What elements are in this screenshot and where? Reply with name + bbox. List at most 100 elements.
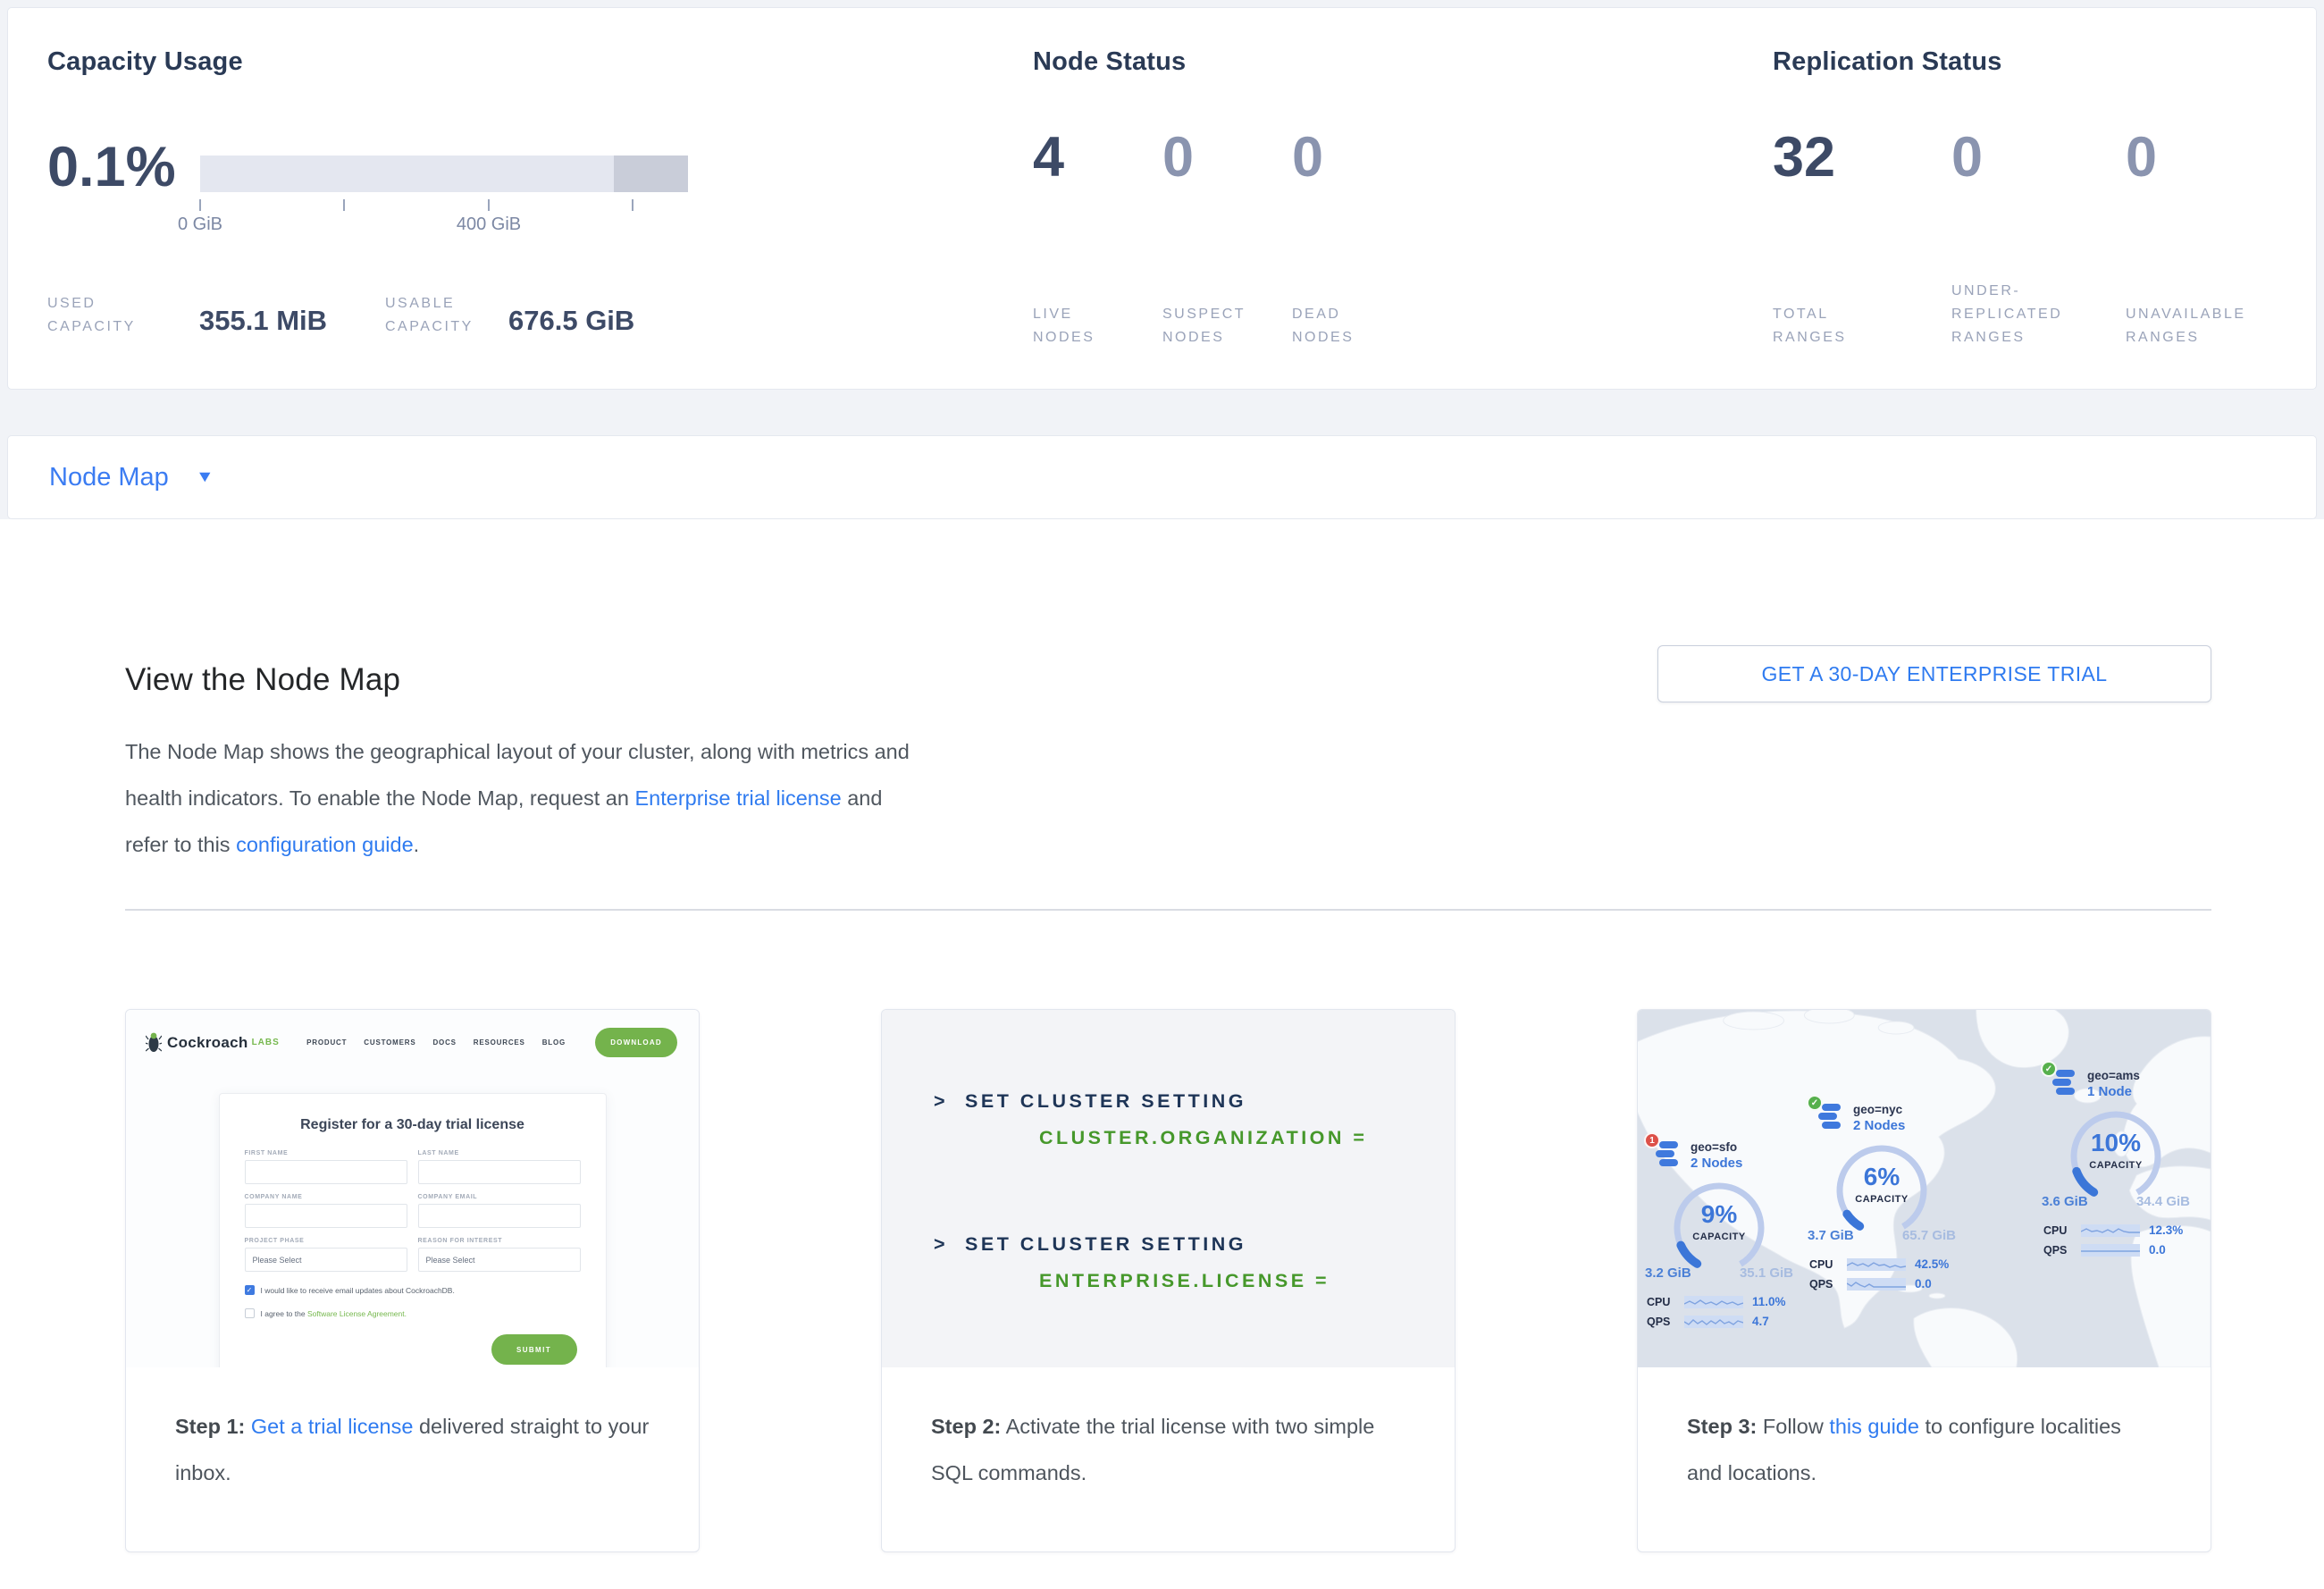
site-header: Cockroach LABS PRODUCT CUSTOMERS DOCS RE… — [126, 1010, 699, 1057]
node-map-preview: 1 geo=sfo 2 Nodes — [1638, 1010, 2211, 1367]
last-name-input — [418, 1160, 581, 1184]
form-field: FIRST NAME — [245, 1140, 407, 1184]
cpu-metric: CPU 42.5% — [1809, 1257, 1968, 1271]
usable-capacity-label: USABLE CAPACITY — [385, 292, 474, 339]
used-capacity-value: 355.1 MiB — [199, 305, 327, 337]
locality-widget-ams: ✓ geo=ams 1 Node — [2049, 1069, 2201, 1257]
unavailable-ranges-stat: 0 UNAVAILABLE RANGES — [2126, 130, 2157, 349]
live-nodes-stat: 4 LIVE NODES — [1033, 130, 1064, 349]
qps-sparkline — [2081, 1244, 2140, 1257]
database-stack-icon: ✓ — [2049, 1069, 2079, 1097]
node-map-description: The Node Map shows the geographical layo… — [125, 728, 929, 868]
step2-sql-snippet: > SET CLUSTER SETTING CLUSTER.ORGANIZATI… — [882, 1010, 1455, 1367]
roach-icon — [146, 1031, 162, 1055]
first-name-input — [245, 1160, 407, 1184]
description-text: . — [414, 833, 420, 856]
qps-metric: QPS 0.0 — [2043, 1243, 2202, 1257]
error-badge-icon: 1 — [1644, 1132, 1660, 1148]
nav-blog: BLOG — [542, 1038, 566, 1047]
healthy-check-icon: ✓ — [2041, 1061, 2057, 1077]
healthy-check-icon: ✓ — [1807, 1095, 1823, 1111]
form-field: COMPANY EMAIL — [418, 1184, 581, 1228]
nav-resources: RESOURCES — [474, 1038, 525, 1047]
cpu-metric: CPU 12.3% — [2043, 1223, 2202, 1237]
cpu-sparkline — [1684, 1296, 1743, 1308]
nav-docs: DOCS — [432, 1038, 456, 1047]
trial-registration-form: Register for a 30-day trial license FIRS… — [219, 1093, 607, 1367]
sql-argument-line: ENTERPRISE.LICENSE = — [1039, 1270, 1455, 1292]
total-ranges-stat: 32 TOTAL RANGES — [1773, 130, 1835, 349]
gauge-tick-label-0: 0 GiB — [178, 214, 222, 235]
nav-product: PRODUCT — [306, 1038, 347, 1047]
download-button: DOWNLOAD — [595, 1028, 677, 1057]
form-field: PROJECT PHASE Please Select — [245, 1228, 407, 1272]
project-phase-select: Please Select — [245, 1248, 407, 1272]
node-map-promo-section: View the Node Map GET A 30-DAY ENTERPRIS… — [0, 519, 2324, 1552]
capacity-usage-section: Capacity Usage 0.1% 0 GiB 400 GiB USED C… — [47, 8, 994, 389]
chevron-down-icon[interactable]: ▼ — [196, 468, 214, 486]
gauge-tick — [632, 199, 633, 211]
suspect-nodes-stat: 0 SUSPECT NODES — [1162, 130, 1194, 349]
form-title: Register for a 30-day trial license — [245, 1117, 581, 1133]
cluster-overview-zone: Capacity Usage 0.1% 0 GiB 400 GiB USED C… — [0, 0, 2324, 519]
cockroach-labs-logo: Cockroach LABS — [146, 1031, 280, 1055]
company-name-input — [245, 1204, 407, 1228]
get-trial-license-link[interactable]: Get a trial license — [251, 1415, 414, 1438]
locality-widget-nyc: ✓ geo=nyc 2 Nodes — [1815, 1103, 1967, 1291]
step3-card: 1 geo=sfo 2 Nodes — [1637, 1009, 2211, 1552]
qps-sparkline — [1847, 1278, 1906, 1291]
submit-button: SUBMIT — [491, 1334, 577, 1365]
license-agreement-checkbox-row: I agree to the Software License Agreemen… — [245, 1308, 581, 1318]
sql-command-line: > SET CLUSTER SETTING — [934, 1090, 1455, 1113]
checkbox-checked-icon: ✓ — [245, 1285, 255, 1295]
reason-select: Please Select — [418, 1248, 581, 1272]
node-map-dropdown-label[interactable]: Node Map — [49, 463, 169, 492]
step1-screenshot: Cockroach LABS PRODUCT CUSTOMERS DOCS RE… — [126, 1010, 699, 1367]
form-field: LAST NAME — [418, 1140, 581, 1184]
gauge-tick-label-400: 400 GiB — [457, 214, 521, 235]
sql-command-line: > SET CLUSTER SETTING — [934, 1233, 1455, 1256]
gauge-tick — [488, 199, 490, 211]
form-field: REASON FOR INTEREST Please Select — [418, 1228, 581, 1272]
configuration-guide-link[interactable]: configuration guide — [236, 833, 414, 856]
enterprise-trial-license-link[interactable]: Enterprise trial license — [634, 786, 841, 810]
enterprise-trial-button[interactable]: GET A 30-DAY ENTERPRISE TRIAL — [1657, 645, 2211, 702]
used-capacity-label: USED CAPACITY — [47, 292, 136, 339]
step3-caption: Step 3: Follow this guide to configure l… — [1638, 1367, 2211, 1551]
step1-card: Cockroach LABS PRODUCT CUSTOMERS DOCS RE… — [125, 1009, 700, 1552]
step1-caption: Step 1: Get a trial license delivered st… — [126, 1367, 699, 1551]
qps-metric: QPS 4.7 — [1647, 1315, 1806, 1328]
step2-card: > SET CLUSTER SETTING CLUSTER.ORGANIZATI… — [881, 1009, 1456, 1552]
cluster-summary-panel: Capacity Usage 0.1% 0 GiB 400 GiB USED C… — [7, 7, 2317, 390]
cpu-metric: CPU 11.0% — [1647, 1295, 1806, 1308]
capacity-gauge-bar: 0 GiB 400 GiB — [200, 156, 688, 192]
cpu-sparkline — [2081, 1224, 2140, 1237]
checkbox-unchecked-icon — [245, 1308, 255, 1318]
cockroach-site-preview: Cockroach LABS PRODUCT CUSTOMERS DOCS RE… — [126, 1010, 699, 1367]
gauge-tick — [343, 199, 345, 211]
qps-metric: QPS 0.0 — [1809, 1277, 1968, 1291]
node-map-dropdown[interactable]: Node Map ▼ — [7, 435, 2317, 519]
capacity-usage-title: Capacity Usage — [47, 47, 243, 77]
gauge-tick — [199, 199, 201, 211]
site-nav: PRODUCT CUSTOMERS DOCS RESOURCES BLOG DO… — [306, 1028, 677, 1057]
nav-customers: CUSTOMERS — [364, 1038, 415, 1047]
section-divider — [125, 909, 2211, 911]
locality-widget-sfo: 1 geo=sfo 2 Nodes — [1652, 1140, 1804, 1328]
email-updates-checkbox-row: ✓ I would like to receive email updates … — [245, 1285, 581, 1295]
capacity-gauge-dark-segment — [614, 156, 688, 192]
form-field: COMPANY NAME — [245, 1184, 407, 1228]
this-guide-link[interactable]: this guide — [1829, 1415, 1919, 1438]
capacity-percent: 0.1% — [47, 135, 176, 199]
dead-nodes-stat: 0 DEAD NODES — [1292, 130, 1323, 349]
setup-steps-cards: Cockroach LABS PRODUCT CUSTOMERS DOCS RE… — [125, 1009, 2211, 1552]
replication-status-title: Replication Status — [1773, 47, 2002, 77]
node-status-title: Node Status — [1033, 47, 1186, 77]
qps-sparkline — [1684, 1316, 1743, 1328]
database-stack-icon: 1 — [1652, 1140, 1682, 1169]
usable-capacity-value: 676.5 GiB — [508, 305, 634, 337]
under-replicated-ranges-stat: 0 UNDER- REPLICATED RANGES — [1951, 130, 1983, 349]
replication-status-section: Replication Status 32 TOTAL RANGES 0 UND… — [1773, 8, 2289, 389]
software-license-agreement-link: Software License Agreement. — [307, 1309, 407, 1318]
cpu-sparkline — [1847, 1258, 1906, 1271]
